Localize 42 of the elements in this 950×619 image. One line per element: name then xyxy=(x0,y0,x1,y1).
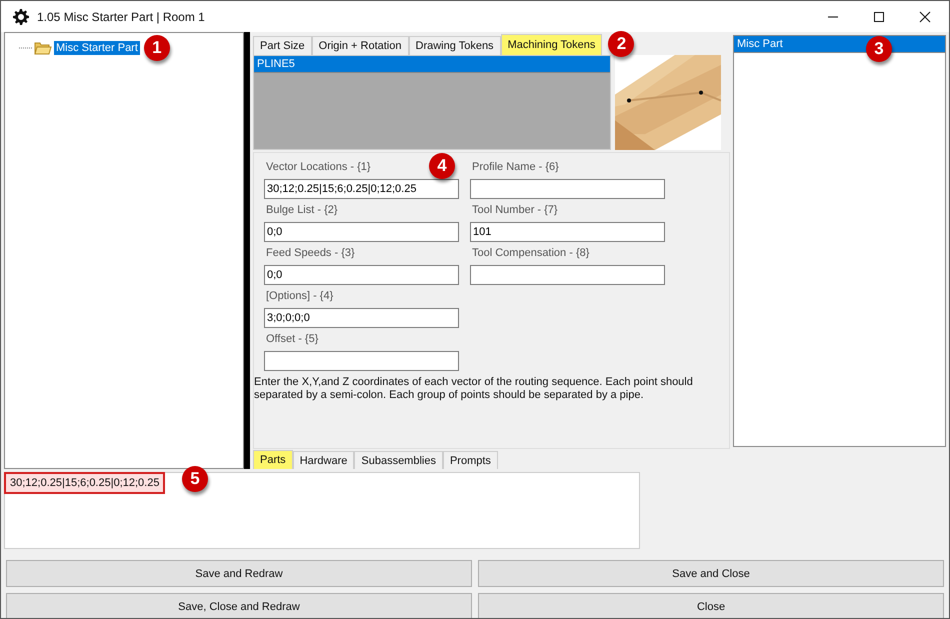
field-label: Vector Locations - {1} xyxy=(265,161,371,173)
field-label: Feed Speeds - {3} xyxy=(265,247,355,259)
input-field[interactable]: 101 xyxy=(470,222,665,242)
input-field[interactable] xyxy=(470,265,665,285)
tab[interactable]: Prompts xyxy=(442,451,498,469)
field-label: Tool Compensation - {8} xyxy=(471,247,590,259)
field-label: Offset - {5} xyxy=(265,333,318,345)
field-label: Bulge List - {2} xyxy=(265,204,338,216)
action-button[interactable]: Save and Redraw xyxy=(6,560,472,587)
callout-badge: 1 xyxy=(144,35,170,61)
tab[interactable]: Machining Tokens xyxy=(500,34,602,55)
window-title: 1.05 Misc Starter Part | Room 1 xyxy=(37,10,205,24)
input-field[interactable]: 3;0;0;0;0 xyxy=(264,308,459,328)
input-field[interactable] xyxy=(470,179,665,199)
tab[interactable]: Parts xyxy=(253,450,293,469)
tab[interactable]: Part Size xyxy=(253,36,312,55)
list-item[interactable]: PLINE5 xyxy=(254,56,610,73)
action-button[interactable]: Save, Close and Redraw xyxy=(6,593,472,618)
tab[interactable]: Subassemblies xyxy=(354,451,443,469)
help-text: Enter the X,Y,and Z coordinates of each vector of the routing sequence. Each point should separated by a semi-colon. Each group of points should be separated by a pipe. xyxy=(254,376,694,402)
field-label: Tool Number - {7} xyxy=(471,204,558,216)
action-button[interactable]: Save and Close xyxy=(478,560,944,587)
tab[interactable]: Origin + Rotation xyxy=(312,36,408,55)
settings-icon xyxy=(13,8,29,24)
tree-item[interactable]: Misc Starter Part xyxy=(54,41,140,55)
tab[interactable]: Hardware xyxy=(292,451,354,469)
maximize-icon[interactable] xyxy=(873,10,885,22)
field-label: [Options] - {4} xyxy=(265,290,334,302)
folder-icon xyxy=(34,41,52,55)
input-field[interactable] xyxy=(264,351,459,371)
input-field[interactable]: 0;0 xyxy=(264,265,459,285)
output-text: 30;12;0.25|15;6;0.25|0;12;0.25 xyxy=(6,474,164,492)
input-field[interactable]: 0;0 xyxy=(264,222,459,242)
input-field[interactable]: 30;12;0.25|15;6;0.25|0;12;0.25 xyxy=(264,179,459,199)
callout-badge: 3 xyxy=(866,36,892,62)
tab[interactable]: Drawing Tokens xyxy=(408,36,501,55)
field-label: Profile Name - {6} xyxy=(471,161,559,173)
action-button[interactable]: Close xyxy=(478,593,944,618)
close-icon[interactable] xyxy=(919,10,931,22)
tree-connector xyxy=(19,46,33,50)
callout-badge: 2 xyxy=(608,31,634,57)
callout-badge: 4 xyxy=(429,153,455,179)
